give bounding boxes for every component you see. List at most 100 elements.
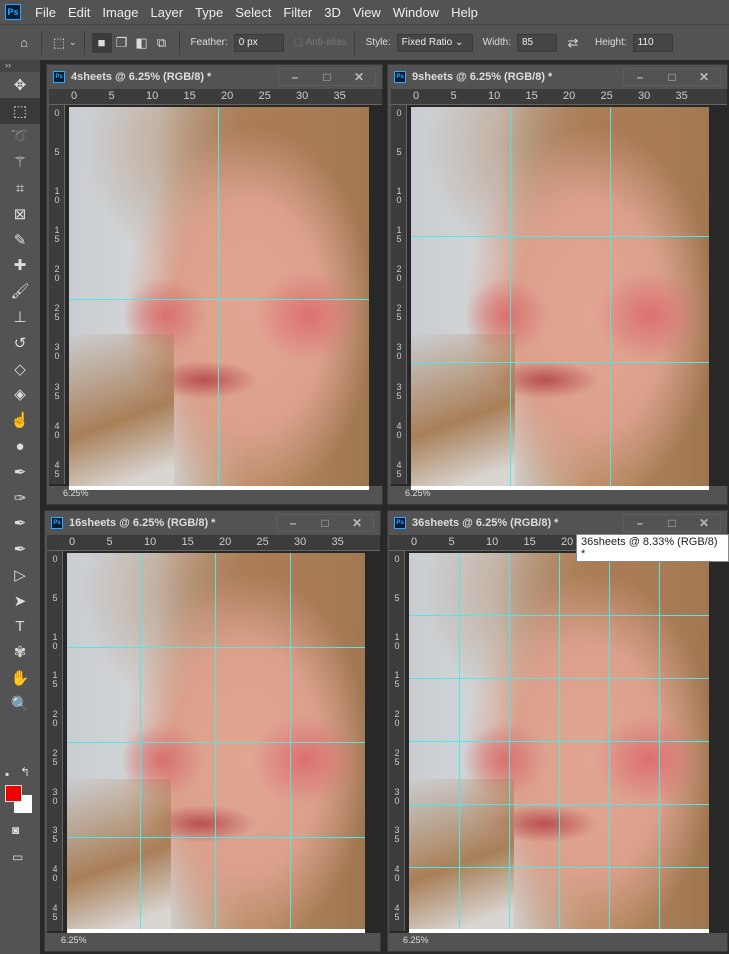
window-title-bar[interactable]: Ps 36sheets @ 6.25% (RGB/8) * – □ ✕ <box>388 511 727 535</box>
home-icon[interactable]: ⌂ <box>14 33 34 53</box>
marquee-preset-icon[interactable]: ⬚ <box>49 33 69 53</box>
dodge-tool-icon[interactable]: ● <box>0 433 40 459</box>
horizontal-guide[interactable] <box>409 867 709 868</box>
clone-stamp-tool-icon[interactable]: ⊥ <box>0 304 40 330</box>
height-input[interactable]: 110 <box>632 33 673 52</box>
paint-bucket-tool-icon[interactable]: ◈ <box>0 382 40 408</box>
photo-canvas[interactable] <box>409 553 709 929</box>
close-button[interactable]: ✕ <box>688 69 720 85</box>
add-anchor-tool-icon[interactable]: ✒ <box>0 511 40 537</box>
healing-brush-tool-icon[interactable]: ✚ <box>0 253 40 279</box>
magic-wand-tool-icon[interactable]: ⚚ <box>0 149 40 175</box>
intersect-selection-icon[interactable]: ⧉ <box>152 33 172 53</box>
horizontal-guide[interactable] <box>409 678 709 679</box>
menu-filter[interactable]: Filter <box>277 5 318 20</box>
foreground-color-swatch[interactable] <box>5 785 22 802</box>
document-window[interactable]: Ps 4sheets @ 6.25% (RGB/8) * – □ ✕ 0 5 10 15 20 25… <box>46 64 389 505</box>
zoom-level[interactable]: 6.25% <box>403 935 429 945</box>
photo-canvas[interactable] <box>411 107 709 486</box>
menu-select[interactable]: Select <box>229 5 277 20</box>
quick-mask-icon[interactable]: ◙ <box>12 823 19 837</box>
minimize-button[interactable]: – <box>277 515 309 531</box>
horizontal-guide[interactable] <box>69 299 369 300</box>
window-title-bar[interactable]: Ps 16sheets @ 6.25% (RGB/8) * – □ ✕ <box>45 511 380 535</box>
lasso-tool-icon[interactable]: ➰ <box>0 124 40 150</box>
add-selection-icon[interactable]: ❐ <box>112 33 132 53</box>
maximize-button[interactable]: □ <box>656 69 688 85</box>
document-window[interactable]: Ps 16sheets @ 6.25% (RGB/8) * – □ ✕ 0 5 10 15 20 2… <box>44 510 385 952</box>
rect-marquee-tool-icon[interactable]: ⬚ <box>0 97 40 124</box>
vertical-guide[interactable] <box>218 107 219 486</box>
menu-file[interactable]: File <box>29 5 62 20</box>
collapse-toggle-icon[interactable]: ›› <box>0 60 40 72</box>
frame-tool-icon[interactable]: ⊠ <box>0 201 40 227</box>
horizontal-guide[interactable] <box>67 742 365 743</box>
horizontal-guide[interactable] <box>411 236 709 237</box>
path-select-tool-icon[interactable]: ▷ <box>0 562 40 588</box>
vertical-ruler[interactable]: 0 5 10 15 20 25 30 35 40 45 <box>391 105 407 484</box>
direct-select-tool-icon[interactable]: ➤ <box>0 588 40 614</box>
zoom-level[interactable]: 6.25% <box>61 935 87 945</box>
horizontal-guide[interactable] <box>409 741 709 742</box>
swap-colors-icon[interactable]: ↰ <box>20 765 30 779</box>
eraser-tool-icon[interactable]: ◇ <box>0 356 40 382</box>
maximize-button[interactable]: □ <box>309 515 341 531</box>
vertical-guide[interactable] <box>510 107 511 486</box>
freeform-pen-tool-icon[interactable]: ✑ <box>0 485 40 511</box>
vertical-ruler[interactable]: 0 5 10 15 20 25 30 35 40 45 <box>47 551 63 931</box>
photo-canvas[interactable] <box>69 107 369 486</box>
vertical-guide[interactable] <box>215 553 216 929</box>
menu-type[interactable]: Type <box>189 5 229 20</box>
vertical-guide[interactable] <box>610 107 611 486</box>
crop-tool-icon[interactable]: ⌗ <box>0 175 40 201</box>
document-window[interactable]: Ps 36sheets @ 6.25% (RGB/8) * –□✕ 0 5 10 15 20 2… <box>387 510 729 952</box>
document-window[interactable]: Ps 9sheets @ 6.25% (RGB/8) * – □ ✕ 0 5 10 15 20 25… <box>387 64 729 505</box>
horizontal-guide[interactable] <box>67 837 365 838</box>
window-title-bar[interactable]: Ps 4sheets @ 6.25% (RGB/8) * – □ ✕ <box>47 65 382 89</box>
chevron-down-icon[interactable]: ⌄ <box>69 37 77 48</box>
convert-point-tool-icon[interactable]: ✒ <box>0 536 40 562</box>
history-brush-tool-icon[interactable]: ↺ <box>0 330 40 356</box>
menu-help[interactable]: Help <box>445 5 484 20</box>
photo-canvas[interactable] <box>67 553 365 929</box>
menu-3d[interactable]: 3D <box>318 5 347 20</box>
maximize-button[interactable]: □ <box>311 69 343 85</box>
menu-layer[interactable]: Layer <box>145 5 190 20</box>
menu-window[interactable]: Window <box>387 5 445 20</box>
vertical-guide[interactable] <box>140 553 141 929</box>
minimize-button[interactable]: – <box>279 69 311 85</box>
close-button[interactable]: ✕ <box>688 515 720 531</box>
horizontal-guide[interactable] <box>409 804 709 805</box>
smudge-tool-icon[interactable]: ☝ <box>0 407 40 433</box>
vertical-ruler[interactable]: 0 5 10 15 20 25 30 35 40 45 <box>49 105 65 484</box>
horizontal-ruler[interactable]: 0 5 10 15 20 25 30 35 <box>47 535 380 551</box>
eyedropper-tool-icon[interactable]: ✎ <box>0 227 40 253</box>
anti-alias-checkbox[interactable]: ▢ Anti-alias <box>294 37 347 48</box>
vertical-ruler[interactable]: 0 5 10 15 20 25 30 35 40 45 <box>389 551 405 931</box>
horizontal-guide[interactable] <box>411 362 709 363</box>
horizontal-ruler[interactable]: 0 5 10 15 20 25 30 35 <box>49 89 382 105</box>
zoom-tool-icon[interactable]: 🔍 <box>0 691 40 717</box>
menu-image[interactable]: Image <box>96 5 144 20</box>
horizontal-guide[interactable] <box>409 615 709 616</box>
zoom-level[interactable]: 6.25% <box>405 488 431 498</box>
maximize-button[interactable]: □ <box>656 515 688 531</box>
brush-tool-icon[interactable]: 🖌 <box>0 278 40 304</box>
default-colors-icon[interactable]: ▪ <box>5 767 9 781</box>
horizontal-ruler[interactable]: 0 5 10 15 20 25 30 35 <box>391 89 727 105</box>
window-title-bar[interactable]: Ps 9sheets @ 6.25% (RGB/8) * – □ ✕ <box>388 65 727 89</box>
zoom-level[interactable]: 6.25% <box>63 488 89 498</box>
new-selection-icon[interactable]: ■ <box>91 32 112 53</box>
feather-input[interactable]: 0 px <box>233 33 284 52</box>
pen-tool-icon[interactable]: ✒ <box>0 459 40 485</box>
minimize-button[interactable]: – <box>624 69 656 85</box>
minimize-button[interactable]: – <box>624 515 656 531</box>
style-select[interactable]: Fixed Ratio ⌄ <box>396 33 473 52</box>
menu-view[interactable]: View <box>347 5 387 20</box>
subtract-selection-icon[interactable]: ◧ <box>132 33 152 53</box>
swap-icon[interactable]: ⇄ <box>563 33 583 53</box>
hand-tool-icon[interactable]: ✋ <box>0 665 40 691</box>
screen-mode-icon[interactable]: ▭ <box>12 850 23 864</box>
close-button[interactable]: ✕ <box>341 515 373 531</box>
type-tool-icon[interactable]: T <box>0 614 40 640</box>
